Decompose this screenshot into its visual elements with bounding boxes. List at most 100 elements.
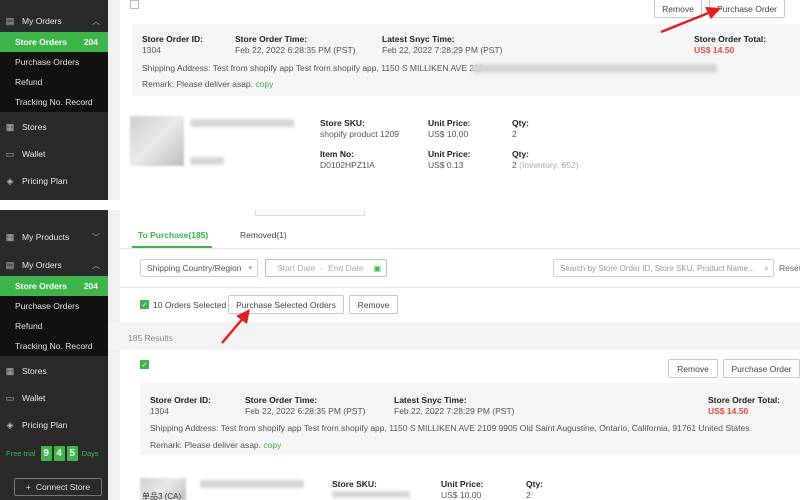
copy-link[interactable]: copy <box>263 440 281 450</box>
sidebar-item-label: Store Orders <box>15 37 67 47</box>
store-icon: ▦ <box>5 121 15 132</box>
reset-button[interactable]: Reset <box>779 263 800 273</box>
store-order-id-label: Store Order ID: <box>142 34 203 44</box>
sidebar-item-my-orders[interactable]: ▤ My Orders ︿ <box>0 10 108 32</box>
sidebar-item-label: My Products <box>22 232 70 242</box>
order-checkbox[interactable]: ✓ <box>140 360 149 369</box>
qty2-value: 2 <box>512 160 517 170</box>
sidebar-item-store-orders[interactable]: Store Orders 204 <box>0 276 108 296</box>
unit-price2: US$ 0.13 <box>428 160 464 170</box>
end-date: End Date <box>328 263 364 273</box>
sidebar: ▦ My Products ﹀ ▤ My Orders ︿ Store Orde… <box>0 210 108 500</box>
redacted-product-name <box>200 480 304 488</box>
item-no: D0102HPZ1IA <box>320 160 375 170</box>
shipping-address: Shipping Address: Test from shopify app … <box>142 63 484 73</box>
date-separator: - <box>320 263 324 273</box>
product-title: 单品3 (CA) <box>142 492 182 500</box>
sidebar-item-label: Stores <box>22 122 47 132</box>
store-sku-label: Store SKU: <box>332 479 377 489</box>
sidebar-item-label: Store Orders <box>15 281 67 291</box>
trial-digit: 9 <box>40 446 52 461</box>
search-input[interactable]: Search by Store Order ID, Store SKU, Pro… <box>553 259 774 277</box>
remark: Remark: Please deliver asap. copy <box>150 440 281 450</box>
store-order-time: Feb 22, 2022 6:28:35 PM (PST) <box>235 45 356 55</box>
tab-divider <box>120 248 800 249</box>
tab-removed[interactable]: Removed(1) <box>240 230 287 240</box>
redacted-product-name <box>190 119 294 127</box>
results-bar <box>108 322 800 350</box>
unit-price: US$ 10.00 <box>441 490 482 500</box>
remark-text: Remark: Please deliver asap. <box>142 79 254 89</box>
top-screenshot: ▤ My Orders ︿ Store Orders 204 Purchase … <box>0 0 800 200</box>
store-order-id-label: Store Order ID: <box>150 395 211 405</box>
results-count: 185 Results <box>128 333 173 343</box>
chevron-up-icon: ︿ <box>92 16 100 26</box>
unit-price-label: Unit Price: <box>441 479 484 489</box>
orders-icon: ▤ <box>5 15 15 26</box>
product-thumbnail <box>130 116 184 166</box>
sidebar-item-stores[interactable]: ▦ Stores <box>0 116 108 138</box>
select-all-checkbox[interactable]: ✓ <box>140 300 149 309</box>
wallet-icon: ▭ <box>5 392 15 403</box>
chevron-down-icon: ▾ <box>248 265 252 272</box>
orders-icon: ▤ <box>5 259 15 270</box>
bulk-remove-button[interactable]: Remove <box>349 295 398 314</box>
sidebar-item-label: Pricing Plan <box>22 420 68 430</box>
qty: 2 <box>526 490 531 500</box>
top-tooltip-edge <box>255 210 365 216</box>
sidebar-item-my-products[interactable]: ▦ My Products ﹀ <box>0 226 108 248</box>
sidebar-item-wallet[interactable]: ▭ Wallet <box>0 387 108 409</box>
tab-to-purchase[interactable]: To Purchase(185) <box>138 230 208 240</box>
item-no-label: Item No: <box>320 149 354 159</box>
content-gutter <box>108 210 120 500</box>
connect-store-label: Connect Store <box>35 482 91 492</box>
remark: Remark: Please deliver asap. copy <box>142 79 273 89</box>
sidebar-item-store-orders[interactable]: Store Orders 204 <box>0 32 108 52</box>
latest-sync-label: Latest Snyc Time: <box>394 395 467 405</box>
sidebar-item-label: Wallet <box>22 393 46 403</box>
plus-icon: + <box>25 482 31 492</box>
sidebar-item-refund[interactable]: Refund <box>0 316 108 336</box>
trial-digit: 5 <box>66 446 78 461</box>
sidebar-item-wallet[interactable]: ▭ Wallet <box>0 143 108 165</box>
tag-icon: ◈ <box>6 419 14 430</box>
sidebar-item-label: Pricing Plan <box>22 176 68 186</box>
orders-page: To Purchase(185) Removed(1) Shipping Cou… <box>108 210 800 500</box>
sidebar-item-refund[interactable]: Refund <box>0 72 108 92</box>
sidebar-item-label: Purchase Orders <box>15 301 80 311</box>
qty2-label: Qty: <box>512 149 529 159</box>
shipping-country-select[interactable]: Shipping Country/Region ▾ <box>140 259 258 277</box>
latest-sync-time: Feb 22, 2022 7:28:29 PM (PST) <box>382 45 503 55</box>
remove-button[interactable]: Remove <box>668 359 718 378</box>
inventory: (Inventory: 652) <box>519 160 579 170</box>
products-icon: ▦ <box>5 231 15 242</box>
sidebar-item-pricing-plan[interactable]: ◈ Pricing Plan <box>0 170 108 192</box>
order-checkbox[interactable] <box>130 0 139 9</box>
store-sku: shopify product 1209 <box>320 129 399 139</box>
sidebar-item-purchase-orders[interactable]: Purchase Orders <box>0 296 108 316</box>
red-arrow-icon <box>221 309 250 344</box>
days-label: Days <box>81 449 99 458</box>
trial-digit: 4 <box>53 446 65 461</box>
sidebar-item-label: My Orders <box>22 260 62 270</box>
sidebar-item-pricing-plan[interactable]: ◈ Pricing Plan <box>0 414 108 436</box>
sidebar-item-tracking[interactable]: Tracking No. Record <box>0 92 108 112</box>
redacted-address <box>472 64 717 73</box>
latest-sync-time: Feb 22, 2022 7:28:29 PM (PST) <box>394 406 515 416</box>
sidebar-item-purchase-orders[interactable]: Purchase Orders <box>0 52 108 72</box>
date-range-picker[interactable]: Start Date - End Date ▣ <box>265 259 387 277</box>
sidebar-item-my-orders[interactable]: ▤ My Orders ︿ <box>0 254 108 276</box>
store-total-label: Store Order Total: <box>708 395 781 405</box>
purchase-order-button[interactable]: Purchase Order <box>723 359 800 378</box>
chevron-down-icon: ﹀ <box>92 232 100 242</box>
sidebar-item-label: My Orders <box>22 16 62 26</box>
connect-store-button[interactable]: + Connect Store <box>14 478 102 496</box>
sidebar-item-tracking[interactable]: Tracking No. Record <box>0 336 108 356</box>
sidebar: ▤ My Orders ︿ Store Orders 204 Purchase … <box>0 0 108 200</box>
sidebar-item-label: Tracking No. Record <box>15 97 93 107</box>
tag-icon: ◈ <box>6 175 14 186</box>
search-icon: ⌕ <box>763 262 769 273</box>
sidebar-item-stores[interactable]: ▦ Stores <box>0 360 108 382</box>
copy-link[interactable]: copy <box>255 79 273 89</box>
sidebar-item-label: Refund <box>15 321 43 331</box>
